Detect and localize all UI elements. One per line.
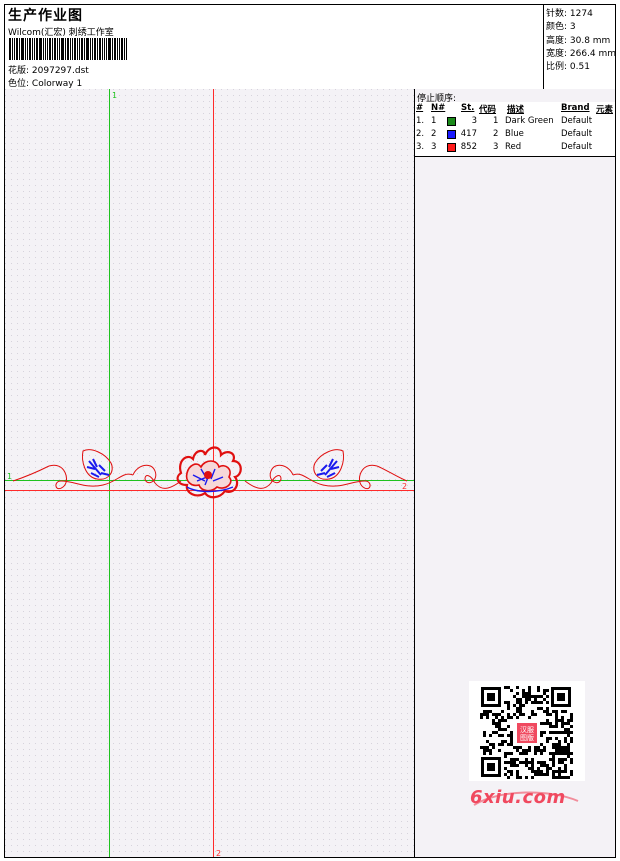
qr-center-label-top: 汉服: [520, 726, 534, 734]
row-desc: Red: [505, 142, 522, 152]
row-brand: Default: [561, 116, 593, 126]
row-needle: 1: [431, 116, 437, 126]
col-stitches: St.: [461, 103, 475, 113]
qr-center-label-bottom: 图版: [520, 733, 534, 742]
row-code: 2: [493, 129, 499, 139]
worksheet-header: 生产作业图 Wilcom(汇宏) 刺绣工作室 花版: 2097297.dst 色…: [5, 5, 617, 90]
row-code: 3: [493, 142, 499, 152]
design-label: 花版:: [8, 66, 30, 76]
stat-width: 宽度: 266.4 mm: [546, 49, 617, 59]
row-code: 1: [493, 116, 499, 126]
stat-scale: 比例: 0.51: [546, 62, 590, 72]
col-desc: 描述: [507, 105, 525, 115]
qr-code-icon: 汉服 图版: [479, 685, 573, 779]
row-desc: Blue: [505, 129, 524, 139]
qr-code-watermark: 汉服 图版: [469, 681, 585, 781]
red-marker-right: 2: [402, 482, 407, 491]
row-needle: 3: [431, 142, 437, 152]
row-stitches: 417: [460, 129, 477, 139]
design-stats-panel: 针数: 1274 颜色: 3 高度: 30.8 mm 宽度: 266.4 mm …: [543, 5, 617, 89]
stat-stitches: 针数: 1274: [546, 9, 593, 19]
design-filename: 2097297.dst: [31, 66, 89, 76]
design-line: 花版: 2097297.dst: [8, 63, 89, 76]
colorway-line: 色位: Colorway 1: [8, 76, 82, 89]
green-marker-left: 1: [7, 472, 12, 481]
table-header: # N# St. 代码 描述 Brand 元素: [415, 102, 615, 115]
table-row[interactable]: 1. 1 3 1 Dark Green Default: [415, 115, 615, 128]
row-needle: 2: [431, 129, 437, 139]
row-index: 3.: [416, 142, 425, 152]
color-swatch: [447, 130, 456, 139]
row-stitches: 852: [460, 142, 477, 152]
row-brand: Default: [561, 142, 593, 152]
stat-colors: 颜色: 3: [546, 22, 576, 32]
colorway-value: Colorway 1: [31, 79, 83, 89]
green-marker-top: 1: [112, 91, 117, 100]
software-subtitle: Wilcom(汇宏) 刺绣工作室: [8, 28, 114, 38]
col-needle: N#: [431, 103, 446, 113]
color-swatch: [447, 143, 456, 152]
row-desc: Dark Green: [505, 116, 554, 126]
table-row[interactable]: 3. 3 852 3 Red Default: [415, 141, 615, 154]
row-stitches: 3: [471, 116, 477, 126]
col-index: #: [416, 103, 424, 113]
col-element: 元素: [596, 105, 614, 115]
colorway-label: 色位:: [8, 79, 30, 89]
watermark-site: 6xiu.com: [470, 787, 566, 808]
stat-height: 高度: 30.8 mm: [546, 36, 611, 46]
table-row[interactable]: 2. 2 417 2 Blue Default: [415, 128, 615, 141]
barcode: [9, 38, 145, 60]
row-brand: Default: [561, 129, 593, 139]
row-index: 2.: [416, 129, 425, 139]
row-index: 1.: [416, 116, 425, 126]
page-title: 生产作业图: [8, 8, 83, 24]
red-marker-bottom: 2: [216, 849, 221, 857]
stop-sequence-table: # N# St. 代码 描述 Brand 元素 1. 1 3 1 Dark Gr…: [415, 102, 615, 157]
design-canvas[interactable]: 1 1 2 2: [5, 89, 415, 857]
col-code: 代码: [479, 105, 497, 115]
canvas-svg: 1 1 2 2: [5, 89, 414, 857]
col-brand: Brand: [561, 103, 590, 113]
color-swatch: [447, 117, 456, 126]
